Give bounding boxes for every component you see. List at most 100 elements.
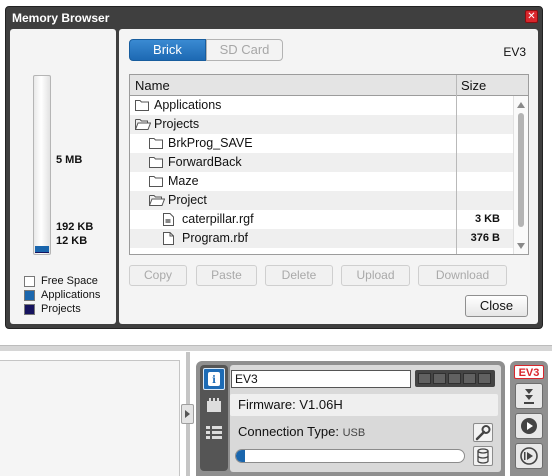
legend-label: Projects [41,303,81,315]
download-panel: EV3 [510,361,548,476]
storage-tabs: Brick SD Card [129,39,283,61]
file-row[interactable]: Maze [130,172,528,191]
file-row[interactable]: ForwardBack [130,153,528,172]
total-memory-label: 5 MB [56,154,83,166]
info-icon: i [208,372,220,386]
run-selected-button-icon[interactable] [515,443,543,469]
file-name: caterpillar.rgf [182,212,254,226]
brick-info-tab[interactable]: i [203,368,225,390]
folder-closed-icon [149,156,163,171]
file-name: ForwardBack [168,155,242,169]
folder-closed-icon [135,99,149,114]
used-memory-label: 192 KB [56,221,94,233]
delete-button[interactable]: Delete [265,265,333,286]
window-separator [0,345,552,351]
download-button[interactable]: Download [418,265,507,286]
projects-usage-fill [35,252,49,253]
svg-text:i: i [212,375,216,386]
brick-name-input[interactable]: EV3 [231,370,411,388]
list-icon [206,426,222,439]
dialog-close-icon[interactable]: ✕ [525,10,538,23]
database-icon [477,448,489,464]
file-row[interactable]: Applications [130,96,528,115]
file-name: BrkProg_SAVE [168,136,253,150]
scroll-thumb[interactable] [518,113,524,227]
memory-usage-progress-fill [236,450,245,462]
run-button-icon[interactable] [515,413,543,439]
file-rows: Applications Projects BrkProg_SAVE ForwardB… [130,96,528,248]
dialog-title: Memory Browser [12,11,110,25]
battery-cell [463,373,476,384]
memory-browser-icon[interactable] [473,446,493,466]
battery-cell [433,373,446,384]
folder-open-icon [148,194,166,209]
file-row[interactable]: Project [130,191,528,210]
projects-swatch [24,303,35,315]
file-row[interactable]: Projects [130,115,528,134]
download-icon [524,389,534,404]
wrench-icon-glyph [475,425,491,441]
file-name: Projects [154,117,200,131]
file-row[interactable]: BrkProg_SAVE [130,134,528,153]
projects-memory-label: 12 KB [56,235,88,247]
connection-type-label: Connection Type: [238,424,339,439]
legend-label: Applications [41,289,101,301]
file-icon [163,232,174,248]
column-header-name[interactable]: Name [135,78,170,93]
legend-label: Free Space [41,275,98,287]
play-icon [521,418,537,434]
file-list-scrollbar[interactable] [513,96,528,254]
file-name: Maze [168,174,199,188]
connection-type-value: USB [342,427,366,439]
memory-usage-panel: 5 MB 192 KB 12 KB Free Space Application… [10,29,116,324]
legend-projects: Projects [24,303,81,315]
ev3-badge: EV3 [514,365,544,379]
memory-browser-dialog: Memory Browser ✕ 5 MB 192 KB 12 KB Free … [5,6,543,329]
battery-cell [418,373,431,384]
folder-closed-icon [149,175,163,190]
file-row[interactable]: caterpillar.rgf 3 KB [130,210,528,229]
memory-usage-bar [33,75,51,255]
folder-open-icon [134,118,152,133]
brick-name-label: EV3 [503,45,526,59]
firmware-version: Firmware: V1.06H [230,394,498,416]
brick-info-content: EV3 Firmware: V1.06H Connection Type: US… [230,365,501,472]
column-header-size[interactable]: Size [461,78,486,93]
available-bricks-tab[interactable] [203,422,225,444]
close-button[interactable]: Close [465,295,528,317]
legend-applications: Applications [24,289,100,301]
tab-sd-card[interactable]: SD Card [206,39,283,61]
copy-button[interactable]: Copy [129,265,187,286]
file-name: Project [168,193,207,207]
graphic-file-icon [163,213,174,229]
file-browser-panel: Brick SD Card EV3 Name Size Applications… [119,29,538,324]
scroll-down-icon[interactable] [517,243,525,249]
paste-button[interactable]: Paste [196,265,257,286]
folder-closed-icon [149,137,163,152]
file-size: 3 KB [474,213,500,225]
port-icon [207,398,221,412]
upload-button[interactable]: Upload [341,265,410,286]
hardware-page: i EV3 Firmware: V1.06H Connection Type: … [196,361,505,476]
tab-brick[interactable]: Brick [129,39,206,61]
battery-cell [448,373,461,384]
battery-cell [478,373,491,384]
file-row[interactable]: Program.rbf 376 B [130,229,528,248]
port-view-tab[interactable] [203,395,225,417]
applications-swatch [24,289,35,301]
wrench-icon[interactable] [473,423,493,442]
download-button-icon[interactable] [515,383,543,409]
connection-type: Connection Type: USB [230,420,498,444]
file-size: 376 B [470,232,500,244]
free-space-swatch [24,275,35,287]
file-name: Applications [154,98,222,112]
hardware-tabs: i [200,365,228,471]
battery-level-icon [415,370,495,387]
file-name: Program.rbf [182,231,248,245]
column-separator [456,75,457,254]
file-list[interactable]: Name Size Applications Projects BrkProg_SA… [129,74,529,255]
legend-free-space: Free Space [24,275,98,287]
scroll-up-icon[interactable] [517,102,525,108]
collapse-arrow-icon[interactable] [181,404,194,424]
file-list-header: Name Size [130,75,528,96]
